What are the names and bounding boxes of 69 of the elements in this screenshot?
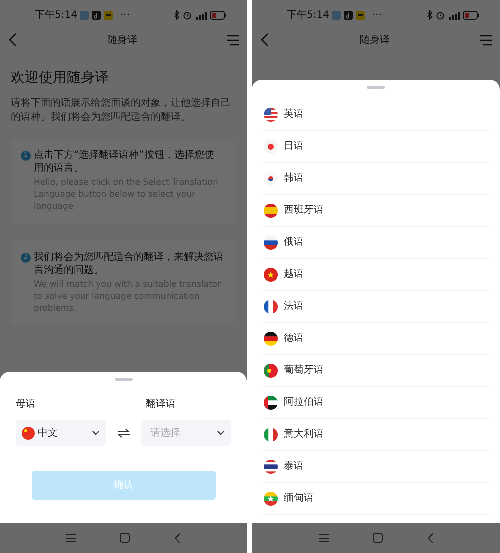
alarm-icon <box>436 10 445 20</box>
flag-icon <box>264 332 278 346</box>
flag-icon <box>264 268 278 282</box>
language-item[interactable]: 英语 <box>263 99 489 131</box>
flag-icon <box>264 172 278 186</box>
step-text: 我们将会为您匹配适合的翻译，来解决您语言沟通的问题。 <box>34 251 224 277</box>
language-item[interactable]: 越语 <box>263 259 489 291</box>
menu-icon[interactable] <box>480 34 492 46</box>
status-time: 下午5:14 <box>35 8 78 22</box>
app-icon <box>344 10 354 20</box>
swap-icon[interactable] <box>118 428 130 438</box>
flag-icon <box>264 204 278 218</box>
signal-icon <box>448 10 460 20</box>
language-item[interactable]: 意大利语 <box>263 419 489 451</box>
flag-icon <box>264 236 278 250</box>
flag-icon <box>264 492 278 506</box>
language-item[interactable]: 葡萄牙语 <box>263 355 489 387</box>
bluetooth-icon <box>174 10 180 20</box>
language-select[interactable]: 中文 <box>16 420 106 446</box>
language-item[interactable]: 泰语 <box>263 451 489 483</box>
page-title: 随身译 <box>360 34 390 48</box>
flag-icon <box>264 428 278 442</box>
flag-icon <box>264 108 278 122</box>
home-icon[interactable] <box>120 533 130 543</box>
language-item[interactable]: 阿拉伯语 <box>263 387 489 419</box>
bluetooth-icon <box>427 10 433 20</box>
status-time: 下午5:14 <box>287 8 330 22</box>
intro-text: 请将下面的话展示给您面谈的对象，让他选择自己的语种。我们将会为您匹配适合的翻译。 <box>11 97 232 125</box>
flag-icon <box>264 300 278 314</box>
chevron-down-icon <box>217 430 225 436</box>
flag-icon <box>22 426 35 440</box>
back-icon[interactable] <box>174 532 181 544</box>
field-label: 母语 <box>16 398 37 412</box>
flag-icon <box>264 364 278 378</box>
more-indicator: ··· <box>120 8 130 22</box>
language-item[interactable]: 法语 <box>263 291 489 323</box>
language-item[interactable]: 德语 <box>263 323 489 355</box>
more-indicator: ··· <box>372 8 382 22</box>
menu-icon[interactable] <box>318 534 328 542</box>
app-icon <box>80 10 90 20</box>
drag-handle[interactable] <box>114 378 132 381</box>
back-icon[interactable] <box>426 532 434 544</box>
app-icon <box>356 10 366 20</box>
chevron-down-icon <box>92 430 100 436</box>
alarm-icon <box>183 10 192 20</box>
flag-icon <box>264 396 278 410</box>
language-item[interactable]: 缅甸语 <box>263 483 489 515</box>
battery-icon <box>463 10 480 20</box>
flag-icon <box>264 140 278 154</box>
app-icon <box>92 10 102 20</box>
app-icon <box>104 10 114 20</box>
welcome-title: 欢迎使用随身译 <box>11 69 110 88</box>
language-item[interactable]: 西班牙语 <box>263 195 489 227</box>
signal-icon <box>195 10 207 20</box>
back-icon[interactable] <box>260 33 270 47</box>
language-item[interactable]: 日语 <box>263 131 489 163</box>
app-icon <box>332 10 342 20</box>
menu-icon[interactable] <box>66 534 76 542</box>
flag-icon <box>264 460 278 474</box>
language-item[interactable]: 俄语 <box>263 227 489 259</box>
battery-icon <box>210 10 227 20</box>
home-icon[interactable] <box>372 533 382 543</box>
step-text: 点击下方“选择翻译语种”按钮，选择您使用的语言。 <box>34 149 216 175</box>
back-icon[interactable] <box>8 33 18 47</box>
menu-icon[interactable] <box>227 34 239 46</box>
language-item[interactable]: 韩语 <box>263 163 489 195</box>
field-label: 翻译语 <box>146 398 176 412</box>
page-title: 随身译 <box>108 34 138 48</box>
drag-handle[interactable] <box>367 86 385 89</box>
